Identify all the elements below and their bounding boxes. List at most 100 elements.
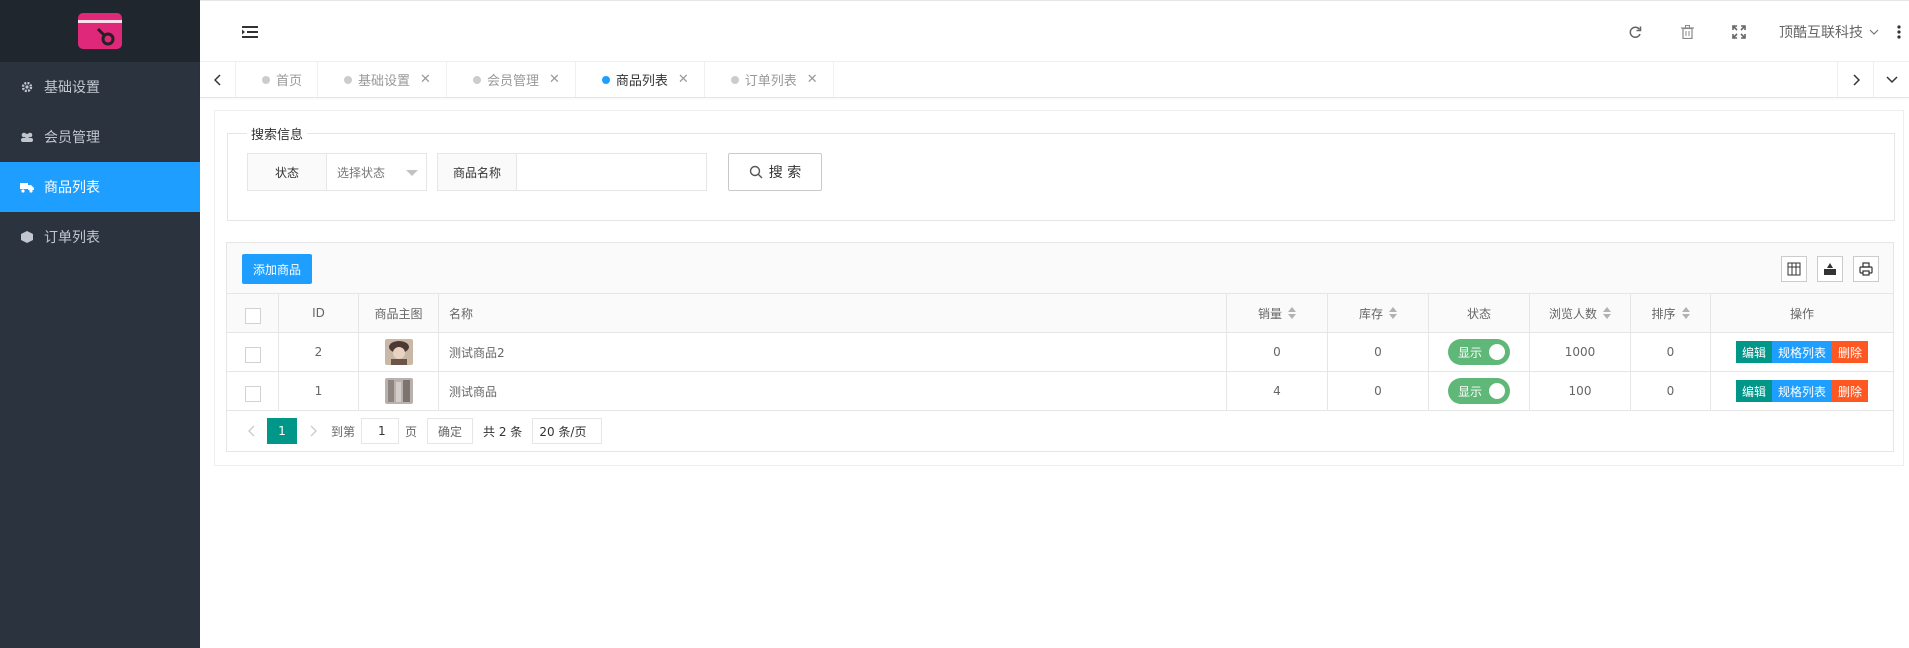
cell-image	[359, 372, 439, 410]
col-image: 商品主图	[359, 294, 439, 332]
close-icon[interactable]: ✕	[807, 72, 818, 87]
search-button-label: 搜 索	[768, 165, 802, 181]
sort-icon[interactable]	[1681, 307, 1690, 319]
spec-list-button[interactable]: 规格列表	[1771, 341, 1832, 363]
cell-ops: 编辑 规格列表 删除	[1711, 333, 1893, 371]
pagination: 1 到第 1 页 确定 共 2 条 20 条/页	[239, 417, 603, 445]
sort-icon[interactable]	[1389, 307, 1397, 319]
tabs-menu-chevron-down-icon[interactable]	[1873, 62, 1909, 97]
spec-list-button[interactable]: 规格列表	[1771, 380, 1832, 402]
cell-id: 2	[279, 333, 359, 371]
sidebar-item-label: 订单列表	[44, 230, 100, 246]
cell-name: 测试商品2	[439, 333, 1227, 371]
row-actions: 编辑 规格列表 删除	[1735, 380, 1869, 402]
refresh-icon[interactable]	[1609, 1, 1661, 63]
tab-orders[interactable]: 订单列表 ✕	[705, 62, 834, 97]
name-input[interactable]	[517, 153, 707, 191]
close-icon[interactable]: ✕	[420, 72, 431, 87]
sidebar-item-label: 商品列表	[44, 180, 100, 196]
product-thumbnail[interactable]	[384, 378, 413, 404]
more-vertical-icon[interactable]	[1889, 1, 1909, 63]
select-all-cell	[227, 294, 279, 332]
goto-page-input[interactable]: 1	[361, 418, 400, 444]
name-label: 商品名称	[437, 153, 517, 191]
edit-button[interactable]: 编辑	[1735, 380, 1772, 402]
status-select[interactable]: 选择状态	[327, 153, 427, 191]
row-checkbox[interactable]	[244, 386, 261, 402]
tab-members[interactable]: 会员管理 ✕	[447, 62, 576, 97]
table-row: 1 测试商品 4 0 显示 100 0 编辑 规格列表 删除	[227, 372, 1893, 411]
company-menu[interactable]: 顶酷互联科技	[1765, 22, 1889, 42]
tabs-scroll-right-icon[interactable]	[1837, 62, 1873, 97]
col-views[interactable]: 浏览人数	[1530, 294, 1631, 332]
col-stock[interactable]: 库存	[1328, 294, 1429, 332]
tab-home[interactable]: 首页	[236, 62, 319, 97]
columns-icon[interactable]	[1781, 256, 1807, 282]
sidebar-item-orders[interactable]: 订单列表	[0, 212, 200, 262]
col-sort[interactable]: 排序	[1631, 294, 1711, 332]
search-form: 状态 选择状态 商品名称	[247, 153, 707, 191]
cell-name: 测试商品	[439, 372, 1227, 410]
top-header: 顶酷互联科技	[200, 0, 1909, 62]
tab-label: 商品列表	[615, 74, 668, 89]
tabs-bar: 首页 基础设置 ✕ 会员管理 ✕ 商品列表 ✕ 订单列表 ✕	[200, 62, 1909, 98]
trash-icon[interactable]	[1661, 1, 1713, 63]
cell-id: 1	[279, 372, 359, 410]
prev-page-icon[interactable]	[239, 425, 263, 437]
export-icon[interactable]	[1817, 256, 1843, 282]
tab-basic-settings[interactable]: 基础设置 ✕	[318, 62, 447, 97]
tab-label: 会员管理	[486, 74, 539, 89]
tab-dot	[344, 76, 353, 84]
tabs-scroll-left-icon[interactable]	[200, 62, 236, 97]
switch-knob	[1489, 344, 1505, 360]
search-button[interactable]: 搜 索	[728, 153, 822, 191]
edit-button[interactable]: 编辑	[1735, 341, 1772, 363]
status-switch[interactable]: 显示	[1448, 339, 1510, 365]
cell-sales: 4	[1227, 372, 1328, 410]
total-count: 共 2 条	[483, 424, 523, 439]
current-page[interactable]: 1	[267, 418, 297, 444]
add-product-button[interactable]: 添加商品	[242, 254, 312, 284]
tab-label: 订单列表	[744, 74, 797, 89]
close-icon[interactable]: ✕	[678, 72, 689, 87]
gear-icon	[20, 80, 34, 94]
col-stock-label: 库存	[1358, 306, 1383, 321]
switch-knob	[1489, 383, 1505, 399]
select-all-checkbox[interactable]	[244, 308, 261, 324]
goto-confirm-button[interactable]: 确定	[427, 418, 474, 444]
col-id: ID	[279, 294, 359, 332]
company-name: 顶酷互联科技	[1779, 25, 1863, 41]
search-icon	[749, 165, 763, 179]
next-page-icon[interactable]	[301, 425, 325, 437]
sort-icon[interactable]	[1603, 307, 1611, 319]
delete-button[interactable]: 删除	[1832, 341, 1869, 363]
fullscreen-icon[interactable]	[1713, 1, 1765, 63]
product-thumbnail[interactable]	[384, 339, 413, 365]
sidebar-item-products[interactable]: 商品列表	[0, 162, 200, 212]
caret-down-icon	[406, 170, 418, 176]
sidebar-item-members[interactable]: 会员管理	[0, 112, 200, 162]
sidebar-item-basic-settings[interactable]: 基础设置	[0, 62, 200, 112]
tab-label: 基础设置	[358, 74, 411, 89]
page-size-select[interactable]: 20 条/页	[532, 418, 603, 444]
col-sales[interactable]: 销量	[1227, 294, 1328, 332]
col-name: 名称	[439, 294, 1227, 332]
header-actions: 顶酷互联科技	[1609, 1, 1909, 63]
sidebar-item-label: 会员管理	[44, 130, 100, 146]
tab-products[interactable]: 商品列表 ✕	[576, 62, 705, 97]
tab-dot	[601, 76, 610, 84]
print-icon[interactable]	[1853, 256, 1879, 282]
close-icon[interactable]: ✕	[549, 72, 560, 87]
row-checkbox[interactable]	[244, 347, 261, 363]
col-sales-label: 销量	[1257, 306, 1282, 321]
delete-button[interactable]: 删除	[1832, 380, 1869, 402]
indent-icon[interactable]	[242, 25, 258, 39]
cell-views: 1000	[1530, 333, 1631, 371]
tabs: 首页 基础设置 ✕ 会员管理 ✕ 商品列表 ✕ 订单列表 ✕	[236, 62, 834, 97]
wallet-key-logo[interactable]	[76, 11, 124, 51]
col-sort-label: 排序	[1651, 306, 1676, 321]
cell-sales: 0	[1227, 333, 1328, 371]
sort-icon[interactable]	[1288, 307, 1296, 319]
row-select-cell	[227, 372, 279, 410]
status-switch[interactable]: 显示	[1448, 378, 1510, 404]
